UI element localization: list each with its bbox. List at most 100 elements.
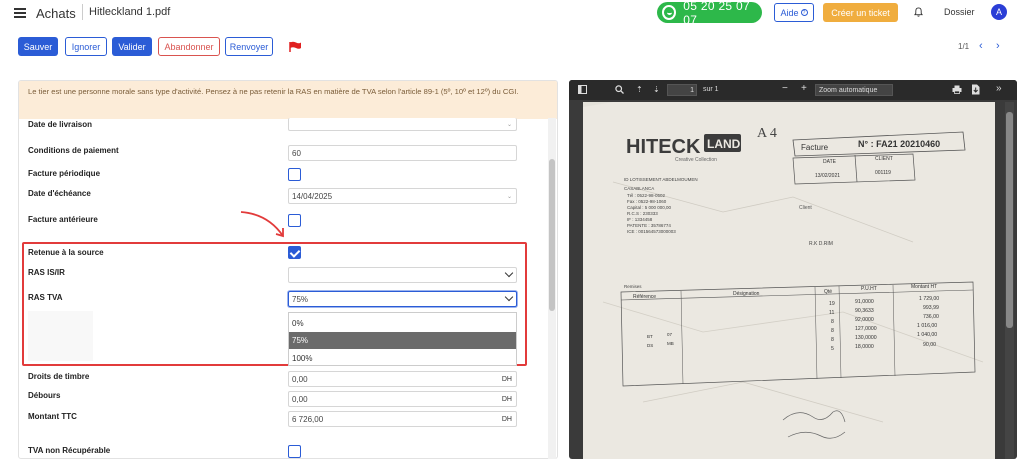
address-line: ICE : 001564573000003: [627, 229, 676, 234]
montant-ttc-input[interactable]: 6 726,00 DH: [288, 411, 517, 427]
pu-cell: 91,0000: [855, 299, 874, 305]
date-livraison-select[interactable]: ⌄: [288, 118, 517, 131]
pdf-page-input[interactable]: 1: [667, 84, 697, 96]
address-line: Capital : 5 000 000,00: [627, 205, 672, 210]
help-label: Aide: [780, 7, 799, 18]
file-name: Hitleckland 1.pdf: [89, 6, 171, 18]
download-icon[interactable]: [971, 84, 980, 95]
dropdown-option-selected[interactable]: 75%: [289, 332, 516, 349]
save-button[interactable]: Sauver: [18, 37, 58, 56]
table-header: Qté: [824, 289, 832, 295]
table-header: Montant HT: [911, 284, 937, 290]
conditions-paiement-input[interactable]: 60: [288, 145, 517, 161]
currency-suffix: DH: [501, 395, 512, 403]
address-line: IF : 1334458: [627, 217, 653, 222]
facture-anterieure-label: Facture antérieure: [28, 215, 98, 224]
support-phone-button[interactable]: 05 20 25 07 07: [657, 0, 762, 27]
amount-cell: 736,00: [923, 314, 939, 320]
question-icon: ?: [800, 9, 808, 16]
date-echeance-input[interactable]: 14/04/2025 ⌄: [288, 188, 517, 204]
ras-tva-select[interactable]: 75%: [288, 291, 517, 307]
help-button[interactable]: Aide ?: [774, 3, 814, 22]
previous-page-chevron-icon[interactable]: ‹: [979, 40, 983, 52]
zoom-in-icon[interactable]: +: [801, 83, 807, 94]
validate-button[interactable]: Valider: [112, 37, 152, 56]
droits-timbre-value: 0,00: [292, 374, 308, 384]
ras-tva-value: 75%: [292, 294, 309, 304]
droits-timbre-label: Droits de timbre: [28, 372, 90, 381]
client-label: CLIENT: [875, 156, 893, 162]
pu-cell: 127,0000: [855, 326, 877, 332]
facture-anterieure-checkbox[interactable]: [288, 214, 301, 227]
sidebar-toggle-icon[interactable]: [578, 85, 587, 94]
flag-icon[interactable]: [288, 41, 302, 53]
client-name: R.K D.RIM: [809, 241, 833, 247]
pdf-page-total: sur 1: [703, 86, 719, 93]
top-bar: Achats Hitleckland 1.pdf 05 20 25 07 07 …: [0, 0, 1024, 27]
caret-icon: ⌄: [506, 121, 512, 128]
address-line: R.C.S : 230333: [627, 211, 658, 216]
caret-icon: ⌄: [506, 193, 512, 200]
bell-icon[interactable]: [914, 7, 923, 17]
address-line: CASABLANCA: [624, 186, 654, 191]
ref-cell: MB: [667, 341, 674, 346]
form-scrollbar-thumb[interactable]: [549, 159, 555, 311]
previous-page-arrow-icon[interactable]: ⇡: [636, 85, 643, 94]
debours-input[interactable]: 0,00 DH: [288, 391, 517, 407]
remises-label: Remises: [624, 284, 642, 289]
qty-cell: 8: [831, 328, 834, 334]
retenue-source-checkbox[interactable]: [288, 246, 301, 259]
abandon-button[interactable]: Abandonner: [158, 37, 220, 56]
chevron-down-icon: [504, 268, 514, 278]
montant-ttc-label: Montant TTC: [28, 412, 77, 421]
handwritten-annotation: A 4: [757, 126, 777, 141]
tva-non-recuperable-checkbox[interactable]: [288, 445, 301, 458]
address-line: Fax : 0522-98-1060: [627, 199, 667, 204]
date-echeance-label: Date d'échéance: [28, 189, 91, 198]
date-label: DATE: [823, 159, 837, 165]
warning-alert: Le tier est une personne morale sans typ…: [19, 81, 557, 119]
zoom-label: Zoom automatique: [819, 87, 878, 94]
search-icon[interactable]: [615, 85, 624, 94]
address-line: Tél : 0522-98-0502: [627, 193, 666, 198]
ras-isir-select[interactable]: [288, 267, 517, 283]
dropdown-option[interactable]: 0%: [289, 315, 516, 332]
pu-cell: 18,0000: [855, 344, 874, 350]
zoom-select[interactable]: Zoom automatique: [815, 84, 893, 96]
app-title: Achats: [36, 6, 76, 21]
tva-non-recuperable-label: TVA non Récupérable: [28, 446, 111, 455]
currency-suffix: DH: [501, 415, 512, 423]
facture-periodique-checkbox[interactable]: [288, 168, 301, 181]
amount-cell: 1 016,00: [917, 323, 937, 329]
qty-cell: 8: [831, 337, 834, 343]
droits-timbre-input[interactable]: 0,00 DH: [288, 371, 517, 387]
zoom-out-icon[interactable]: −: [782, 83, 788, 94]
brand-tagline: Creative Collection: [675, 157, 717, 163]
table-header: Référence: [633, 294, 656, 300]
dossier-menu[interactable]: Dossier: [944, 7, 975, 17]
pdf-scrollbar-thumb[interactable]: [1006, 112, 1013, 328]
create-ticket-button[interactable]: Créer un ticket: [823, 3, 898, 22]
amount-cell: 993,99: [923, 305, 939, 311]
montant-ttc-value: 6 726,00: [292, 414, 324, 424]
facture-periodique-label: Facture périodique: [28, 169, 101, 178]
client-side-label: Client: [799, 205, 812, 211]
address-line: PATENTE : 35786774: [627, 223, 671, 228]
ras-tva-label: RAS TVA: [28, 293, 63, 302]
ignore-button[interactable]: Ignorer: [65, 37, 107, 56]
amount-cell: 90,00: [923, 342, 936, 348]
phone-number: 05 20 25 07 07: [683, 0, 750, 27]
redacted-area: [28, 311, 93, 361]
date-value: 13/02/2021: [815, 173, 840, 179]
hamburger-menu-icon[interactable]: [14, 8, 26, 18]
next-page-chevron-icon[interactable]: ›: [996, 40, 1000, 52]
amount-cell: 1 040,00: [917, 332, 937, 338]
print-icon[interactable]: [952, 85, 962, 94]
more-tools-icon[interactable]: »: [996, 83, 1002, 94]
pu-cell: 130,0000: [855, 335, 877, 341]
next-page-arrow-icon[interactable]: ⇣: [653, 85, 660, 94]
user-avatar[interactable]: A: [991, 4, 1007, 20]
dropdown-option[interactable]: 100%: [289, 350, 516, 367]
invoice-scan: HITECK LAND Creative Collection A 4 Fact…: [583, 102, 995, 459]
resend-button[interactable]: Renvoyer: [225, 37, 273, 56]
